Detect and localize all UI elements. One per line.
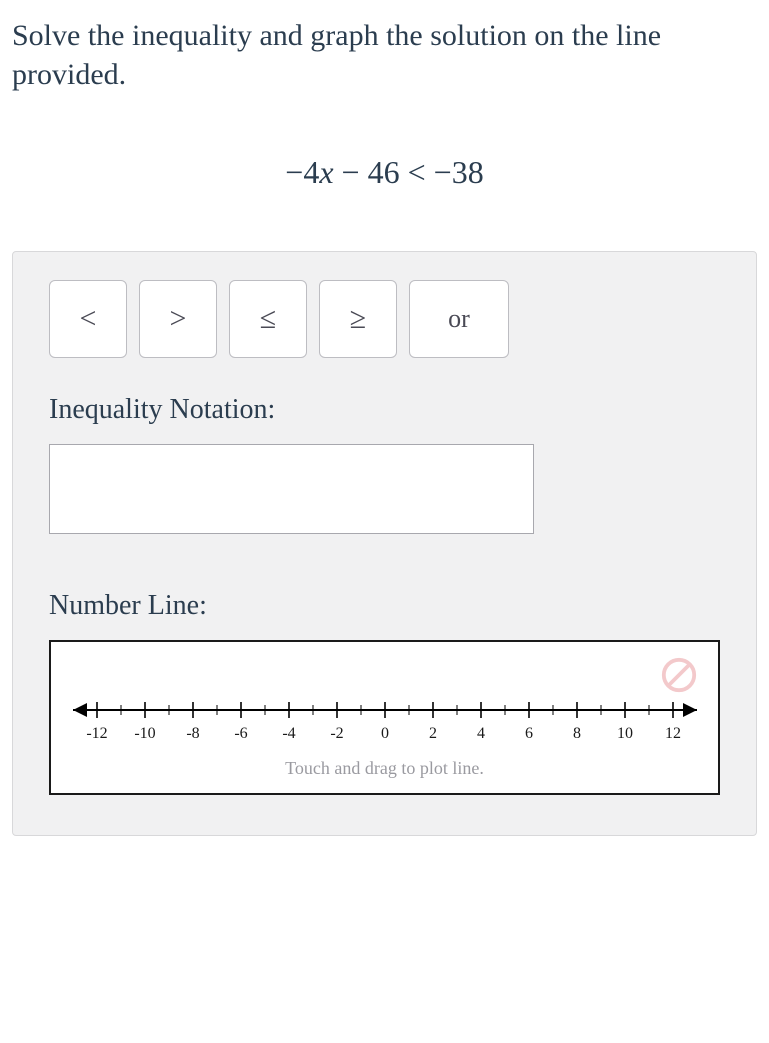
svg-text:-12: -12 xyxy=(86,725,107,742)
svg-text:-4: -4 xyxy=(282,725,295,742)
svg-text:-8: -8 xyxy=(186,725,199,742)
answer-panel: < > ≤ ≥ or Inequality Notation: Number L… xyxy=(12,251,757,836)
or-button[interactable]: or xyxy=(409,280,509,358)
svg-text:4: 4 xyxy=(477,725,485,742)
le-button[interactable]: ≤ xyxy=(229,280,307,358)
lhs-var: x xyxy=(319,154,333,190)
svg-text:6: 6 xyxy=(525,725,533,742)
svg-text:2: 2 xyxy=(429,725,437,742)
lhs-coef: −4 xyxy=(285,154,319,190)
relation: < xyxy=(400,154,434,190)
svg-text:-2: -2 xyxy=(330,725,343,742)
number-line-caption: Touch and drag to plot line. xyxy=(51,758,718,779)
number-line-box[interactable]: -12 -10 -8 -6 -4 -2 0 2 4 6 8 10 12 Touch and drag t… xyxy=(49,640,720,795)
inequality-notation-label: Inequality Notation: xyxy=(49,394,720,426)
number-line-axis[interactable]: -12 -10 -8 -6 -4 -2 0 2 4 6 8 10 12 xyxy=(55,688,715,748)
inequality-equation: −4x − 46 < −38 xyxy=(12,154,757,191)
clear-icon[interactable] xyxy=(660,656,698,694)
svg-text:8: 8 xyxy=(573,725,581,742)
ge-button[interactable]: ≥ xyxy=(319,280,397,358)
lhs-const: − 46 xyxy=(334,154,400,190)
svg-text:0: 0 xyxy=(381,725,389,742)
svg-text:10: 10 xyxy=(617,725,633,742)
lt-button[interactable]: < xyxy=(49,280,127,358)
svg-text:12: 12 xyxy=(665,725,681,742)
svg-text:-10: -10 xyxy=(134,725,155,742)
operator-row: < > ≤ ≥ or xyxy=(49,280,720,358)
number-line-label: Number Line: xyxy=(49,590,720,622)
problem-prompt: Solve the inequality and graph the solut… xyxy=(12,16,757,94)
rhs: −38 xyxy=(434,154,484,190)
gt-button[interactable]: > xyxy=(139,280,217,358)
inequality-answer-input[interactable] xyxy=(49,444,534,534)
svg-text:-6: -6 xyxy=(234,725,247,742)
